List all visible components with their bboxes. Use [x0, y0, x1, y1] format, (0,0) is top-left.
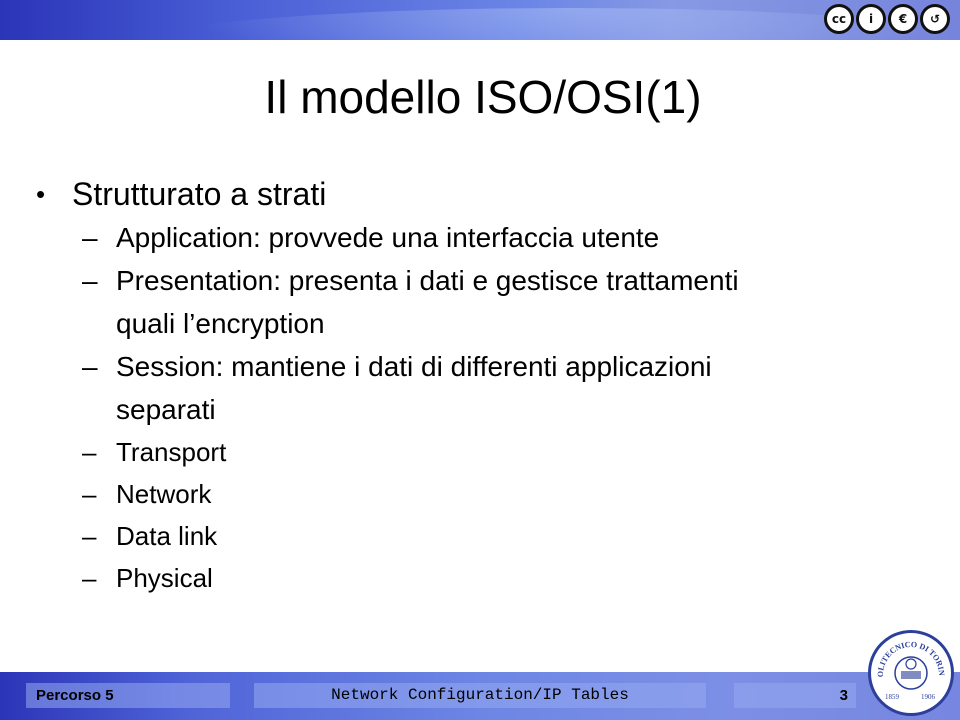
slide-content: • Strutturato a strati – Application: pr… — [36, 172, 936, 599]
seal-year-left: 1859 — [885, 693, 900, 701]
footer-course: Percorso 5 — [26, 683, 230, 708]
sub-item-session: – Session: mantiene i dati di differenti… — [82, 345, 936, 431]
university-seal-logo: POLITECNICO DI TORINO 1859 1906 — [868, 630, 954, 716]
dash-icon: – — [82, 351, 98, 382]
sub-item-text: Session: mantiene i dati di differenti a… — [116, 345, 712, 431]
sub-item-continuation: quali l’encryption — [116, 308, 325, 339]
slide-title-text: Il modello ISO/OSI(1) — [264, 71, 702, 123]
bullet-icon: • — [36, 179, 46, 209]
sub-item-text: Physical — [116, 563, 213, 593]
sub-item-continuation: separati — [116, 394, 216, 425]
sub-item-presentation: – Presentation: presenta i dati e gestis… — [82, 259, 936, 345]
dash-icon: – — [82, 265, 98, 296]
sub-item-line: Session: mantiene i dati di differenti a… — [116, 351, 712, 382]
sub-item-text: Application: provvede una interfaccia ut… — [116, 222, 660, 253]
dash-icon: – — [82, 563, 97, 593]
attribution-icon: i — [856, 4, 886, 34]
seal-helmet-icon — [905, 658, 917, 670]
seal-text: POLITECNICO DI TORINO — [871, 633, 946, 677]
license-badges: cc i € ↺ — [824, 4, 950, 34]
seal-ring-text: POLITECNICO DI TORINO 1859 1906 — [871, 633, 946, 701]
footer-bar: Percorso 5 Network Configuration/IP Tabl… — [0, 672, 960, 720]
slide-title: Il modello ISO/OSI(1) — [0, 70, 960, 124]
sub-item-text: Data link — [116, 521, 218, 551]
bullet-text: Strutturato a strati — [72, 176, 327, 212]
dash-icon: – — [82, 521, 97, 551]
sub-item-line: Presentation: presenta i dati e gestisce… — [116, 265, 739, 296]
bullet-item: • Strutturato a strati — [36, 172, 936, 216]
sub-item-transport: – Transport — [82, 431, 936, 473]
sub-item-text: Presentation: presenta i dati e gestisce… — [116, 259, 739, 345]
header-bar: cc i € ↺ — [0, 0, 960, 40]
sub-item-physical: – Physical — [82, 557, 936, 599]
seal-year-right: 1906 — [921, 693, 936, 701]
page-number: 3 — [734, 683, 856, 708]
dash-icon: – — [82, 222, 98, 253]
dash-icon: – — [82, 479, 97, 509]
seal-building-icon — [901, 671, 921, 679]
sub-item-text: Network — [116, 479, 212, 509]
svg-text:POLITECNICO DI TORINO: POLITECNICO DI TORINO — [871, 633, 946, 677]
sub-item-application: – Application: provvede una interfaccia … — [82, 216, 936, 259]
sub-item-text: Transport — [116, 437, 227, 467]
noncommercial-icon: € — [888, 4, 918, 34]
sub-item-network: – Network — [82, 473, 936, 515]
sub-item-data-link: – Data link — [82, 515, 936, 557]
dash-icon: – — [82, 437, 97, 467]
cc-icon: cc — [824, 4, 854, 34]
footer-topic: Network Configuration/IP Tables — [254, 683, 706, 708]
sharealike-icon: ↺ — [920, 4, 950, 34]
